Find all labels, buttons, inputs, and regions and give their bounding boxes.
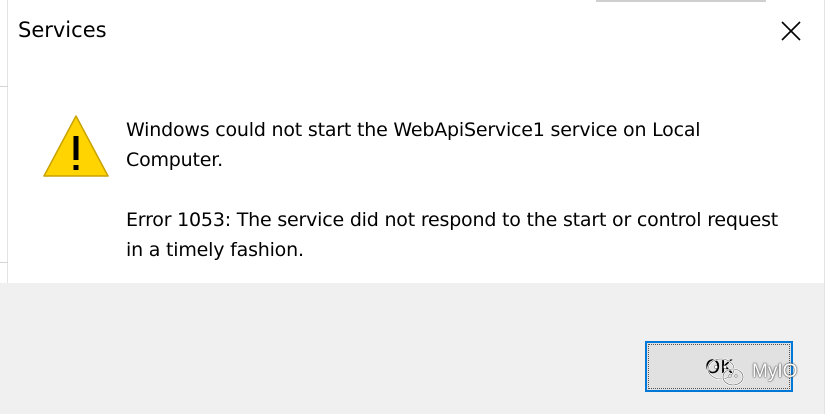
dialog-title: Services (18, 18, 107, 42)
background-window-edge (596, 0, 766, 2)
ok-button[interactable]: OK (645, 341, 793, 392)
background-window-edge (824, 0, 830, 414)
background-divider (0, 86, 8, 87)
error-message-primary: Windows could not start the WebApiServic… (126, 119, 701, 171)
background-divider (0, 262, 8, 263)
close-button[interactable] (768, 8, 814, 54)
warning-icon (43, 115, 109, 177)
services-dialog: Services Windows could not start the Web… (0, 0, 830, 414)
close-icon (781, 21, 801, 41)
error-message-details: Error 1053: The service did not respond … (126, 209, 779, 261)
